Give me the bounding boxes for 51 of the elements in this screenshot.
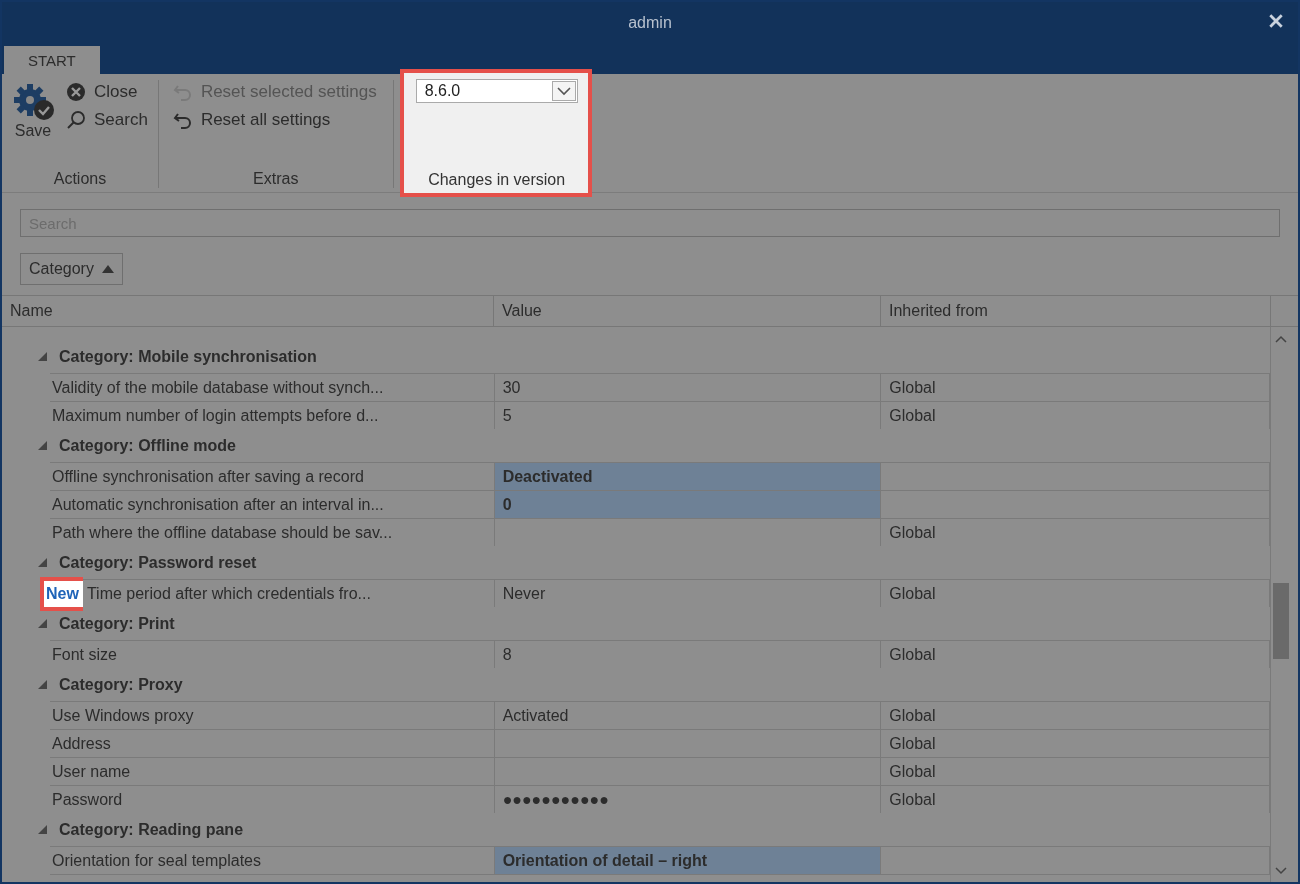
group-label: Actions bbox=[52, 170, 108, 188]
ribbon-tab[interactable]: START bbox=[4, 46, 100, 74]
column-header[interactable]: Value bbox=[494, 296, 881, 326]
group-label: Changes in version bbox=[427, 171, 567, 189]
inherited-cell: Global bbox=[881, 402, 1270, 429]
inherited-cell: Global bbox=[881, 702, 1270, 729]
category-heading: Category: Offline mode bbox=[59, 436, 236, 455]
inherited-cell: Global bbox=[881, 758, 1270, 785]
version-dropdown[interactable]: 8.6.0 bbox=[415, 79, 578, 103]
setting-name: Password bbox=[52, 790, 123, 809]
value-cell[interactable]: Never bbox=[494, 580, 882, 607]
category-sort-button[interactable]: Category bbox=[20, 253, 123, 285]
setting-name: Address bbox=[52, 734, 111, 753]
value-cell[interactable]: 5 bbox=[494, 402, 882, 429]
category-heading: Category: Password reset bbox=[59, 553, 257, 572]
close-button[interactable]: Close bbox=[64, 80, 150, 104]
setting-name: Time period after which credentials fro... bbox=[86, 584, 371, 603]
category-heading: Category: Mobile synchronisation bbox=[59, 347, 317, 366]
setting-name: Path where the offline database should be sav... bbox=[52, 523, 393, 542]
category-heading: Category: Reading pane bbox=[59, 820, 244, 839]
value-cell[interactable]: 30 bbox=[494, 374, 882, 401]
inherited-cell: Global bbox=[881, 519, 1270, 546]
inherited-cell: Global bbox=[881, 786, 1270, 813]
inherited-cell: Global bbox=[881, 374, 1270, 401]
value-cell[interactable]: Activated bbox=[494, 702, 882, 729]
value-cell[interactable]: Deactivated bbox=[494, 463, 882, 490]
inherited-cell: Global bbox=[881, 580, 1270, 607]
reset-button[interactable]: Reset all settings bbox=[170, 108, 379, 132]
setting-name: Offline synchronisation after saving a record bbox=[52, 467, 364, 486]
save-button[interactable]: Save bbox=[10, 80, 56, 170]
inherited-cell: Global bbox=[881, 641, 1270, 668]
setting-name: Maximum number of login attempts before d... bbox=[52, 406, 379, 425]
category-heading: Category: Print bbox=[59, 614, 175, 633]
setting-name: Validity of the mobile database without synch... bbox=[52, 378, 384, 397]
group-label: Extras bbox=[252, 170, 300, 188]
new-badge: New bbox=[40, 576, 83, 611]
value-cell[interactable]: Orientation of detail – right bbox=[494, 847, 882, 874]
value-cell[interactable]: ●●●●●●●●●●● bbox=[494, 786, 882, 813]
column-header[interactable]: Inherited from bbox=[881, 296, 1271, 326]
window-title: admin bbox=[628, 14, 672, 32]
setting-name: User name bbox=[52, 762, 131, 781]
search-button[interactable]: Search bbox=[64, 108, 150, 132]
setting-name: Orientation for seal templates bbox=[52, 851, 261, 870]
inherited-cell: Global bbox=[881, 730, 1270, 757]
setting-name: Use Windows proxy bbox=[52, 706, 194, 725]
value-cell[interactable]: 8 bbox=[494, 641, 882, 668]
setting-name: Automatic synchronisation after an interval in... bbox=[52, 495, 384, 514]
setting-name: Font size bbox=[52, 645, 117, 664]
category-heading: Category: Proxy bbox=[59, 675, 183, 694]
column-header[interactable]: Name bbox=[2, 296, 494, 326]
value-cell[interactable]: 0 bbox=[494, 491, 882, 518]
